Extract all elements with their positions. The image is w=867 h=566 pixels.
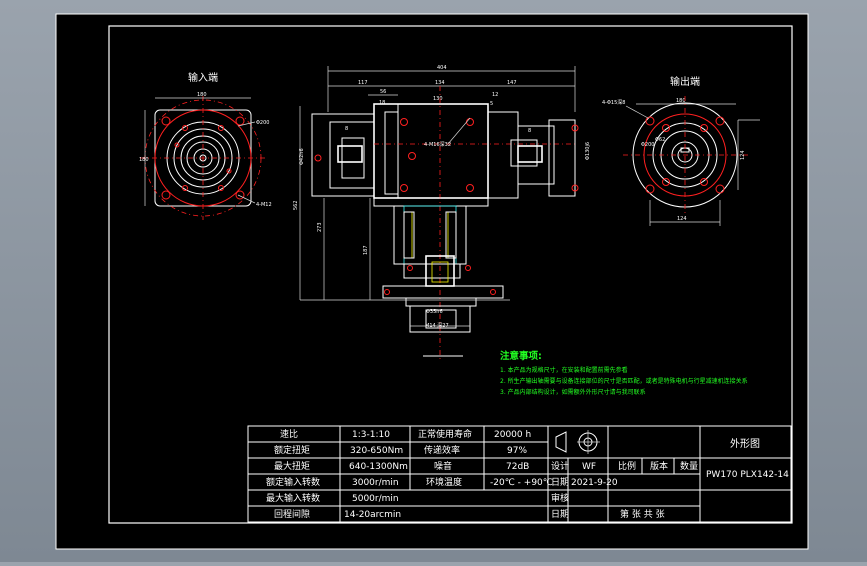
dimension-label: 8 <box>528 128 531 134</box>
notes-title: 注意事项: <box>500 350 542 362</box>
model-number: PW170 PLX142-14 <box>706 470 789 480</box>
spec-key: 速比 <box>280 428 298 440</box>
spec-key: 传递效率 <box>424 444 460 456</box>
qty-label: 数量 <box>680 460 698 472</box>
dimension-label: 404 <box>437 65 447 71</box>
dimension-label: Φ62 <box>655 137 665 143</box>
note-line: 3. 产品内部结构设计，如需额外外形尺寸请与我司联系 <box>500 388 646 396</box>
dimension-label: 4-M16深32 <box>424 141 451 148</box>
spec-value: -20℃ - +90℃ <box>490 478 553 488</box>
check-label: 审核 <box>551 492 569 504</box>
spec-value: 72dB <box>506 462 529 472</box>
dimension-label: 134 <box>435 80 445 86</box>
spec-value: 97% <box>507 446 527 456</box>
dimension-label: Φ130j6 <box>585 142 591 160</box>
spec-key: 额定扭矩 <box>274 444 310 456</box>
dimension-label: 130 <box>433 96 443 102</box>
spec-key: 额定输入转数 <box>266 476 320 488</box>
date-value: 2021-9-20 <box>571 478 618 488</box>
spec-value: 1:3-1:10 <box>352 430 390 440</box>
dimension-label: 147 <box>507 80 517 86</box>
cad-drawing-viewport: 输入端 180 180 Φ200 4-M12 404 117 56 134 14… <box>0 0 867 562</box>
dimension-label: 562 <box>293 200 299 210</box>
spec-key: 噪音 <box>434 460 452 472</box>
dimension-label: 8 <box>345 126 348 132</box>
dimension-label: 180 <box>139 157 149 163</box>
drawing-canvas: 输入端 180 180 Φ200 4-M12 404 117 56 134 14… <box>55 13 809 550</box>
dimension-label: 124 <box>677 216 687 222</box>
dimension-label: 4-M12 <box>256 202 272 208</box>
dimension-label: 4-Φ15深8 <box>602 99 625 106</box>
dimension-label: 18 <box>379 100 385 106</box>
output-view-title: 输出端 <box>670 75 700 88</box>
dimension-label: 180 <box>197 92 207 98</box>
dimension-label: 187 <box>363 245 369 255</box>
drawing-name: 外形图 <box>730 438 760 450</box>
version-label: 版本 <box>650 460 668 472</box>
note-line: 2. 所生产输出轴需要与设备连接部位的尺寸是否匹配，或者是特殊电机与行星减速机连… <box>500 377 748 385</box>
dimension-label: 5 <box>490 101 493 107</box>
dimension-label: Φ200 <box>256 120 269 126</box>
spec-value: 5000r/min <box>352 494 399 504</box>
spec-value: 14-20arcmin <box>344 510 401 520</box>
spec-value: 640-1300Nm <box>349 462 408 472</box>
spec-key: 回程间隙 <box>274 508 310 520</box>
date-label: 日期 <box>551 477 569 488</box>
designer-label: 设计 <box>551 460 569 472</box>
spec-key: 环境温度 <box>426 476 462 488</box>
dimension-label: 12 <box>492 92 498 98</box>
spec-key: 最大输入转数 <box>266 492 320 504</box>
scale-label: 比例 <box>618 460 636 472</box>
designer-value: WF <box>582 462 596 472</box>
dimension-label: 124 <box>740 150 746 160</box>
dimension-label: 273 <box>317 222 323 232</box>
spec-value: 20000 h <box>494 430 531 440</box>
spec-key: 正常使用寿命 <box>418 428 472 440</box>
date2-label: 日期 <box>551 509 569 520</box>
note-line: 1. 本产品为规格尺寸，在安装和配置前需先参看 <box>500 366 628 374</box>
input-view-title: 输入端 <box>188 71 218 84</box>
spec-key: 最大扭矩 <box>274 460 310 472</box>
dimension-label: Φ200 <box>641 142 654 148</box>
dimension-label: M14 深27 <box>425 322 449 329</box>
dimension-label: 117 <box>358 80 368 86</box>
dimension-label: Φ35h6 <box>426 309 443 315</box>
spec-value: 320-650Nm <box>350 446 403 456</box>
sheet-label: 第 张 共 张 <box>620 508 665 520</box>
dimension-label: 56 <box>380 89 386 95</box>
spec-value: 3000r/min <box>352 478 399 488</box>
